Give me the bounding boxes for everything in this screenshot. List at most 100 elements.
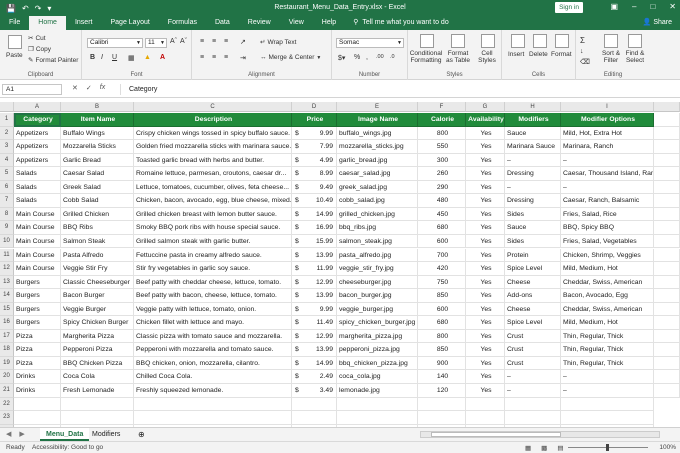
table-cell[interactable]: 850 (418, 289, 466, 303)
price-cell[interactable]: $4.99 (292, 153, 337, 168)
table-cell[interactable]: Fries, Salad, Rice (561, 207, 654, 222)
table-cell[interactable]: Yes (466, 221, 505, 235)
row-header[interactable]: 12 (0, 262, 14, 276)
table-cell[interactable]: Yes (466, 248, 505, 263)
table-cell[interactable]: Classic pizza with tomato sauce and mozz… (134, 329, 292, 344)
column-header-extra[interactable] (654, 102, 680, 112)
insert-button[interactable]: Insert (508, 51, 524, 58)
table-cell[interactable]: Yes (466, 289, 505, 303)
customize-qat-icon[interactable]: ▾ (47, 4, 51, 13)
table-cell[interactable]: Salmon Steak (61, 234, 134, 249)
empty-cell[interactable] (654, 207, 680, 222)
table-cell[interactable]: Classic Cheeseburger (61, 275, 134, 290)
page-break-view-icon[interactable]: ▤ (557, 444, 563, 452)
table-cell[interactable]: 140 (418, 370, 466, 384)
row-header[interactable]: 16 (0, 316, 14, 330)
page-layout-view-icon[interactable]: ▩ (541, 444, 547, 452)
table-cell[interactable]: Spicy Chicken Burger (61, 316, 134, 330)
empty-cell[interactable] (61, 411, 134, 425)
price-cell[interactable]: $2.49 (292, 370, 337, 384)
comma-style-icon[interactable]: , (366, 54, 368, 61)
row-header[interactable]: 2 (0, 126, 14, 141)
table-cell[interactable]: Freshly squeezed lemonade. (134, 384, 292, 398)
table-cell[interactable]: Yes (466, 180, 505, 195)
table-cell[interactable]: Romaine lettuce, parmesan, croutons, cae… (134, 167, 292, 181)
formula-input[interactable]: Category (120, 84, 676, 95)
table-cell[interactable]: 900 (418, 356, 466, 371)
table-cell[interactable]: BBQ, Spicy BBQ (561, 221, 654, 235)
table-cell[interactable]: Mild, Hot, Extra Hot (561, 126, 654, 141)
table-cell[interactable]: Sides (505, 207, 561, 222)
align-right-icon[interactable]: ≡ (224, 54, 228, 61)
table-cell[interactable]: Burgers (14, 275, 61, 290)
table-cell[interactable]: Chicken, Shrimp, Veggies (561, 248, 654, 263)
table-cell[interactable]: garlic_bread.jpg (337, 153, 418, 168)
row-header[interactable]: 14 (0, 289, 14, 303)
zoom-level[interactable]: 100% (659, 444, 676, 451)
price-cell[interactable]: $14.99 (292, 207, 337, 222)
table-cell[interactable]: caesar_salad.jpg (337, 167, 418, 181)
table-cell[interactable]: Crispy chicken wings tossed in spicy buf… (134, 126, 292, 141)
price-cell[interactable]: $9.49 (292, 180, 337, 195)
price-cell[interactable]: $16.99 (292, 221, 337, 235)
header-cell[interactable]: Image Name (337, 113, 418, 127)
row-header[interactable]: 20 (0, 370, 14, 384)
table-cell[interactable]: greek_salad.jpg (337, 180, 418, 195)
table-cell[interactable]: Yes (466, 126, 505, 141)
table-cell[interactable]: Bacon, Avocado, Egg (561, 289, 654, 303)
row-header[interactable]: 9 (0, 221, 14, 235)
table-cell[interactable]: Pepperoni with mozzarella and tomato sau… (134, 343, 292, 357)
price-cell[interactable]: $11.99 (292, 262, 337, 276)
minimize-icon[interactable]: – (632, 2, 636, 11)
column-header-i[interactable]: I (561, 102, 654, 112)
table-cell[interactable]: Thin, Regular, Thick (561, 356, 654, 371)
tell-me-search[interactable]: ⚲ Tell me what you want to do (353, 16, 449, 30)
price-cell[interactable]: $9.99 (292, 302, 337, 317)
table-cell[interactable]: Yes (466, 370, 505, 384)
table-cell[interactable]: BBQ Ribs (61, 221, 134, 235)
ribbon-display-icon[interactable]: ▣ (610, 2, 618, 11)
empty-cell[interactable] (61, 397, 134, 412)
table-cell[interactable]: Pepperoni Pizza (61, 343, 134, 357)
table-cell[interactable]: bacon_burger.jpg (337, 289, 418, 303)
table-cell[interactable]: Pasta Alfredo (61, 248, 134, 263)
row-header[interactable]: 3 (0, 140, 14, 154)
table-cell[interactable]: 680 (418, 316, 466, 330)
table-cell[interactable]: 700 (418, 248, 466, 263)
table-cell[interactable]: Dressing (505, 167, 561, 181)
table-cell[interactable]: Caesar Salad (61, 167, 134, 181)
row-header[interactable]: 1 (0, 113, 14, 127)
row-header[interactable]: 5 (0, 167, 14, 181)
row-header[interactable]: 22 (0, 397, 14, 412)
maximize-icon[interactable]: □ (650, 2, 655, 11)
header-cell[interactable]: Item Name (61, 113, 134, 127)
table-cell[interactable]: veggie_stir_fry.jpg (337, 262, 418, 276)
fill-icon[interactable]: ↓ (580, 48, 584, 55)
table-cell[interactable]: Pizza (14, 343, 61, 357)
italic-button[interactable]: I (101, 54, 103, 61)
table-cell[interactable]: BBQ Chicken Pizza (61, 356, 134, 371)
table-cell[interactable]: Cheese (505, 302, 561, 317)
copy-button[interactable]: ❐ Copy (28, 45, 51, 54)
table-cell[interactable]: 850 (418, 343, 466, 357)
table-cell[interactable]: bbq_chicken_pizza.jpg (337, 356, 418, 371)
empty-cell[interactable] (654, 316, 680, 330)
select-all-corner[interactable] (0, 102, 14, 112)
table-cell[interactable]: – (561, 153, 654, 168)
enter-icon[interactable]: ✓ (86, 84, 92, 92)
table-cell[interactable]: Mozzarella Sticks (61, 140, 134, 154)
table-cell[interactable]: Main Course (14, 207, 61, 222)
empty-cell[interactable] (654, 113, 680, 127)
empty-cell[interactable] (654, 329, 680, 344)
table-cell[interactable]: Salads (14, 167, 61, 181)
empty-cell[interactable] (654, 370, 680, 384)
column-header-d[interactable]: D (292, 102, 337, 112)
table-cell[interactable]: Beef patty with cheddar cheese, lettuce,… (134, 275, 292, 290)
empty-cell[interactable] (505, 411, 561, 425)
table-cell[interactable]: Sides (505, 234, 561, 249)
empty-cell[interactable] (466, 411, 505, 425)
table-cell[interactable]: 600 (418, 302, 466, 317)
table-cell[interactable]: Smoky BBQ pork ribs with house special s… (134, 221, 292, 235)
empty-cell[interactable] (654, 234, 680, 249)
row-header[interactable]: 15 (0, 302, 14, 317)
